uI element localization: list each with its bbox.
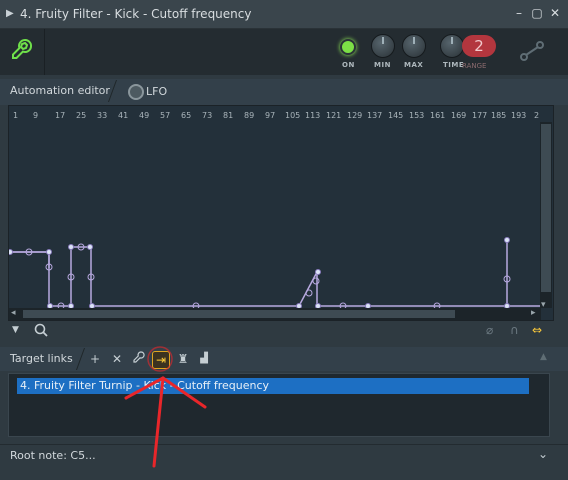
window-title: 4. Fruity Filter - Kick - Cutoff frequen… [20,7,252,21]
minimize-button[interactable]: – [512,6,526,20]
event-graph-icon[interactable]: ▟ [196,351,212,367]
link-to-controller-icon[interactable]: ⇥ [152,351,170,369]
vertical-scroll-thumb[interactable] [541,124,551,292]
vertical-scrollbar[interactable]: ▾ [540,122,552,310]
dropdown-arrow-icon[interactable]: ▼ [12,325,19,335]
automation-editor[interactable]: 1 9 17 25 33 41 49 57 65 73 81 89 97 105 113 121 129 137 1… [8,105,554,321]
max-knob[interactable] [402,34,426,58]
automation-editor-title: Automation editor [10,84,110,97]
wrench-small-icon[interactable] [131,351,147,367]
toolbar: 2 ON MIN MAX TIME RANGE [0,29,568,75]
window-menu-icon[interactable]: ▶ [6,8,14,19]
lfo-label: LFO [146,85,168,98]
collapse-up-icon[interactable]: ▲ [540,352,547,362]
stretch-icon[interactable]: ⇔ [532,323,542,337]
paperclip-icon[interactable]: ⌀ [486,323,493,337]
stamp-icon[interactable]: ♜ [175,351,191,367]
min-knob[interactable] [371,34,395,58]
magnet-icon[interactable]: ∩ [510,323,519,337]
restore-button[interactable]: ▢ [530,6,544,20]
close-button[interactable]: ✕ [548,6,562,20]
on-label: ON [342,61,355,69]
scroll-right-icon[interactable]: ▸ [531,308,536,318]
min-label: MIN [374,61,391,69]
wrench-icon[interactable] [8,37,36,65]
root-note-dropdown-icon[interactable]: ⌄ [538,447,548,461]
horizontal-scrollbar[interactable]: ◂ ▸ [9,308,541,320]
target-link-item[interactable]: 4. Fruity Filter Turnip - Kick - Cutoff … [17,378,529,394]
on-led-toggle[interactable] [340,39,356,55]
scroll-left-icon[interactable]: ◂ [11,308,16,318]
target-links-list[interactable]: 4. Fruity Filter Turnip - Kick - Cutoff … [8,373,550,437]
time-value[interactable]: 2 [462,35,496,57]
title-bar: ▶ 4. Fruity Filter - Kick - Cutoff frequ… [0,0,568,29]
link-nodes-icon[interactable] [518,39,546,63]
scroll-down-icon[interactable]: ▾ [541,300,546,310]
target-links-header [0,347,568,371]
automation-curve[interactable] [9,106,541,308]
toolbar-separator [44,29,45,75]
max-label: MAX [404,61,424,69]
time-label: TIME [443,61,465,69]
lfo-toggle[interactable] [128,84,144,100]
add-icon[interactable]: + [87,351,103,367]
remove-icon[interactable]: ✕ [109,351,125,367]
target-links-title: Target links [10,352,73,365]
time-knob[interactable] [440,34,464,58]
range-label: RANGE [462,62,487,70]
zoom-icon[interactable] [34,323,48,340]
horizontal-scroll-thumb[interactable] [23,310,455,318]
root-note-label[interactable]: Root note: C5... [10,449,96,462]
editor-tools: ▼ ⌀ ∩ ⇔ [8,322,552,340]
